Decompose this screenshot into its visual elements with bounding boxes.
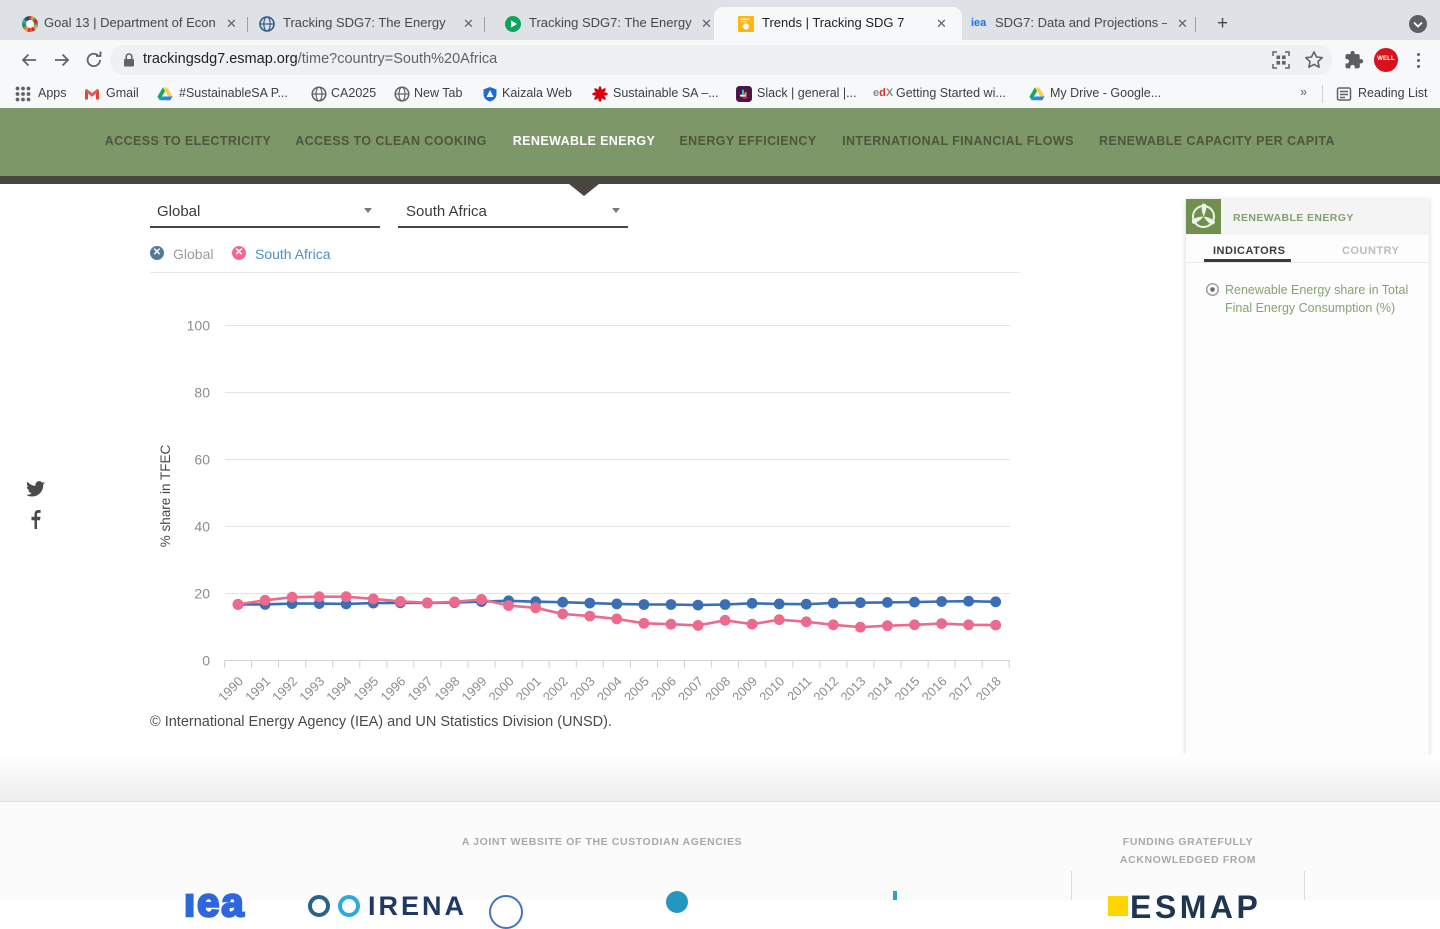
svg-text:% share in TFEC: % share in TFEC: [158, 444, 173, 547]
svg-text:1992: 1992: [269, 674, 300, 700]
svg-text:1997: 1997: [404, 674, 435, 700]
svg-text:2002: 2002: [540, 674, 571, 700]
svg-text:2000: 2000: [486, 674, 517, 700]
svg-text:1993: 1993: [296, 674, 327, 700]
svg-text:2016: 2016: [919, 674, 950, 700]
svg-text:2005: 2005: [621, 674, 652, 700]
svg-text:2010: 2010: [756, 674, 787, 700]
svg-text:2013: 2013: [837, 674, 868, 700]
svg-text:2012: 2012: [810, 674, 841, 700]
svg-text:40: 40: [194, 519, 210, 535]
svg-text:2017: 2017: [946, 674, 977, 700]
svg-text:2018: 2018: [973, 674, 1004, 700]
svg-text:1995: 1995: [350, 674, 381, 700]
svg-text:2007: 2007: [675, 674, 706, 700]
svg-text:80: 80: [194, 385, 210, 401]
svg-text:1990: 1990: [215, 674, 246, 700]
svg-text:2009: 2009: [729, 674, 760, 700]
svg-text:2011: 2011: [784, 674, 814, 700]
svg-text:1999: 1999: [459, 674, 490, 700]
svg-text:2003: 2003: [567, 674, 598, 700]
svg-text:2001: 2001: [513, 674, 544, 700]
svg-text:2015: 2015: [892, 674, 923, 700]
svg-text:2004: 2004: [594, 674, 625, 700]
svg-text:20: 20: [194, 586, 210, 602]
svg-text:2014: 2014: [864, 674, 895, 700]
svg-text:2006: 2006: [648, 674, 679, 700]
svg-text:0: 0: [202, 653, 210, 669]
svg-text:1991: 1991: [242, 674, 273, 700]
svg-text:1996: 1996: [377, 674, 408, 700]
svg-text:1994: 1994: [323, 674, 354, 700]
svg-text:60: 60: [194, 452, 210, 468]
svg-text:100: 100: [187, 318, 211, 334]
svg-text:2008: 2008: [702, 674, 733, 700]
svg-text:1998: 1998: [432, 674, 463, 700]
